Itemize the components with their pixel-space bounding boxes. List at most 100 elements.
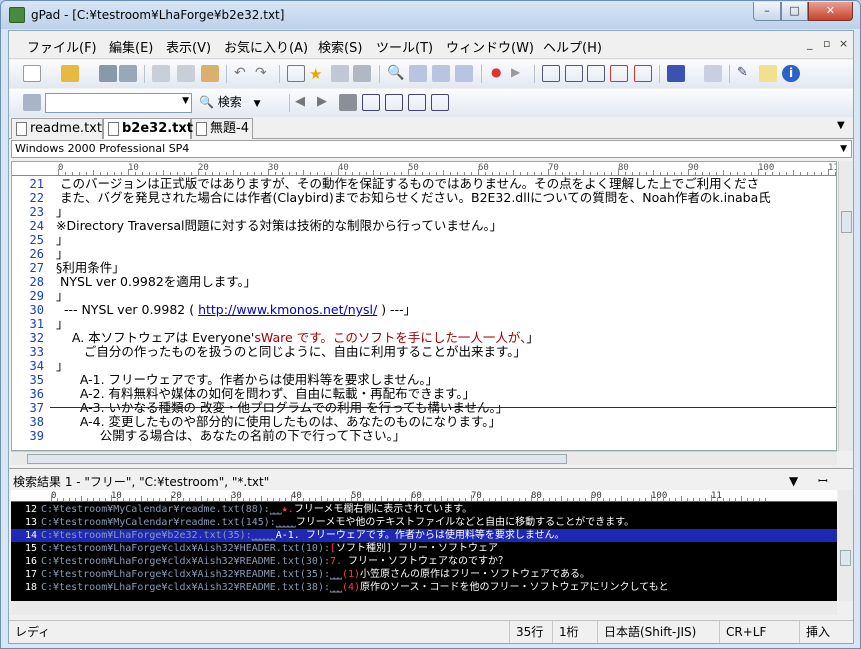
open-folder-icon[interactable] — [61, 65, 79, 82]
scrollbar-thumb[interactable] — [841, 211, 852, 233]
back-icon[interactable]: ◀ — [295, 94, 313, 111]
favorite-star-icon[interactable]: ★ — [309, 65, 327, 83]
editor-line[interactable]: 23 」 — [12, 205, 836, 220]
results-vertical-scrollbar[interactable] — [838, 490, 853, 601]
info-icon[interactable]: i — [782, 65, 800, 82]
result-row[interactable]: 18 C:¥testroom¥LhaForge¥cldx¥Aish32¥READM… — [11, 581, 837, 594]
editor-line[interactable]: 22 また、バグを発見された場合には作者(Claybird)までお知らせください… — [12, 191, 836, 206]
list-icon[interactable] — [610, 65, 628, 82]
split-vertical-icon[interactable] — [385, 94, 403, 111]
pin-icon[interactable]: ✎ — [737, 65, 755, 82]
chevron-down-icon[interactable]: ▼ — [254, 99, 261, 109]
font-icon[interactable] — [565, 65, 583, 82]
tab-b2e32[interactable]: b2e32.txt — [103, 118, 193, 139]
paste-icon[interactable] — [201, 65, 219, 82]
find-icon[interactable]: 🔍 — [387, 65, 405, 82]
save-icon[interactable] — [99, 65, 117, 82]
outline-icon[interactable] — [634, 65, 652, 82]
find-next-icon[interactable] — [409, 65, 427, 82]
search-target-icon[interactable] — [23, 94, 41, 111]
editor-horizontal-scrollbar[interactable] — [11, 451, 837, 465]
redo-icon[interactable]: ↷ — [255, 65, 273, 82]
editor-line[interactable]: 39 公開する場合は、あなたの名前の下で行って下さい。」 — [12, 429, 836, 444]
settings-icon[interactable] — [704, 65, 722, 82]
bookmark-icon[interactable] — [339, 94, 357, 111]
clipboard-icon[interactable] — [331, 65, 349, 82]
tab-readme[interactable]: readme.txt — [11, 118, 103, 139]
view-mode-icon[interactable] — [542, 65, 560, 82]
editor-line[interactable]: 34 」 — [12, 359, 836, 374]
minimize-button[interactable]: – — [753, 2, 781, 21]
close-button[interactable]: ✕ — [808, 2, 853, 21]
print-icon[interactable] — [353, 65, 371, 82]
replace-icon[interactable] — [455, 65, 473, 82]
status-eol[interactable]: CR+LF — [719, 621, 799, 643]
menu-file[interactable]: ファイル(F) — [27, 37, 97, 56]
undo-icon[interactable]: ↶ — [234, 65, 252, 82]
result-row[interactable]: 13 C:¥testroom¥MyCalendar¥readme.txt(145)… — [11, 516, 837, 529]
result-row[interactable]: 14 C:¥testroom¥LhaForge¥b2e32.txt(35):⎵⎵⎵… — [11, 529, 837, 542]
record-macro-icon[interactable]: ● — [491, 65, 509, 82]
editor-line[interactable]: 24 ※Directory Traversal問題に対する対策は技術的な制限から行… — [12, 219, 836, 234]
editor-line[interactable]: 28 NYSL ver 0.9982を適用します。」 — [12, 275, 836, 290]
text-editor[interactable]: 010203040506070809010011 21 このバージョンは正式版で… — [11, 161, 837, 451]
scrollbar-thumb[interactable] — [840, 550, 851, 566]
editor-line[interactable]: 37 A-3. いかなる種類の 改変・他プログラムでの利用 を行っても構いません… — [12, 401, 836, 416]
menu-window[interactable]: ウィンドウ(W) — [446, 37, 534, 56]
mdi-restore-button[interactable]: ▫ — [823, 37, 830, 50]
chevron-down-icon[interactable]: ▼ — [840, 141, 847, 157]
editor-line[interactable]: 33 ご自分の作ったものを扱うのと同じように、自由に利用することが出来ます。」 — [12, 345, 836, 360]
mdi-minimize-button[interactable]: _ — [807, 37, 813, 50]
scrollbar-thumb[interactable] — [27, 454, 567, 464]
search-input[interactable]: ▼ — [45, 93, 192, 113]
result-row[interactable]: 17 C:¥testroom¥LhaForge¥cldx¥Aish32¥READM… — [11, 568, 837, 581]
folder-icon[interactable] — [287, 65, 305, 82]
cut-icon[interactable] — [152, 65, 170, 82]
cascade-icon[interactable] — [431, 94, 449, 111]
forward-icon[interactable]: ▶ — [317, 94, 335, 111]
editor-vertical-scrollbar[interactable] — [838, 161, 853, 451]
menu-favorites[interactable]: お気に入り(A) — [224, 37, 308, 56]
preview-icon[interactable] — [587, 65, 605, 82]
play-macro-icon[interactable]: ▶ — [511, 65, 529, 82]
maximize-button[interactable]: □ — [781, 2, 808, 21]
menu-search[interactable]: 検索(S) — [318, 37, 362, 56]
editor-line[interactable]: 35 A-1. フリーウェアです。作者からは使用料等を要求しません。」 — [12, 373, 836, 388]
menu-view[interactable]: 表示(V) — [166, 37, 211, 56]
editor-line[interactable]: 31 」 — [12, 317, 836, 332]
editor-lines[interactable]: 21 このバージョンは正式版ではありますが、その動作を保証するものではありません… — [12, 177, 836, 450]
mdi-close-button[interactable]: × — [839, 37, 848, 50]
find-files-icon[interactable] — [432, 65, 450, 82]
results-horizontal-scrollbar[interactable] — [11, 601, 837, 615]
save-all-icon[interactable] — [119, 65, 137, 82]
profile-selector[interactable]: Windows 2000 Professional SP4 ▼ — [11, 140, 852, 158]
editor-line[interactable]: 29 」 — [12, 289, 836, 304]
window-icon[interactable] — [667, 65, 685, 82]
tab-list-arrow-icon[interactable]: ▼ — [837, 120, 845, 131]
editor-line[interactable]: 38 A-4. 変更したものや部分的に使用したものは、あなたのものになります。」 — [12, 415, 836, 430]
split-horizontal-icon[interactable] — [362, 94, 380, 111]
tile-icon[interactable] — [408, 94, 426, 111]
editor-line[interactable]: 26 」 — [12, 247, 836, 262]
tab-untitled-4[interactable]: 無題-4 — [191, 118, 253, 139]
editor-line[interactable]: 25 」 — [12, 233, 836, 248]
menu-tools[interactable]: ツール(T) — [376, 37, 433, 56]
title-bar[interactable]: gPad - [C:¥testroom¥LhaForge¥b2e32.txt] … — [1, 1, 860, 29]
result-row[interactable]: 16 C:¥testroom¥LhaForge¥cldx¥Aish32¥READM… — [11, 555, 837, 568]
search-button[interactable]: 🔍 検索 ▼ — [197, 93, 261, 113]
editor-line[interactable]: 27 §利用条件」 — [12, 261, 836, 276]
copy-icon[interactable] — [177, 65, 195, 82]
chevron-down-icon[interactable]: ▼ — [182, 96, 189, 106]
menu-edit[interactable]: 編集(E) — [109, 37, 153, 56]
editor-line[interactable]: 21 このバージョンは正式版ではありますが、その動作を保証するものではありません… — [12, 177, 836, 192]
new-file-icon[interactable] — [23, 65, 41, 82]
editor-line[interactable]: 32 A. 本ソフトウェアは Everyone'sWare です。このソフトを手… — [12, 331, 836, 346]
result-row[interactable]: 15 C:¥testroom¥LhaForge¥cldx¥Aish32¥HEADE… — [11, 542, 837, 555]
editor-line[interactable]: 36 A-2. 有料無料や媒体の如何を問わず、自由に転載・再配布できます。」 — [12, 387, 836, 402]
url-link[interactable]: http://www.kmonos.net/nysl/ — [198, 302, 377, 317]
note-icon[interactable] — [759, 65, 777, 82]
result-row[interactable]: 12 C:¥testroom¥MyCalendar¥readme.txt(88):… — [11, 503, 837, 516]
status-encoding[interactable]: 日本語(Shift-JIS) — [597, 621, 719, 643]
menu-help[interactable]: ヘルプ(H) — [543, 37, 602, 56]
editor-line[interactable]: 30 --- NYSL ver 0.9982 ( http://www.kmon… — [12, 302, 836, 318]
